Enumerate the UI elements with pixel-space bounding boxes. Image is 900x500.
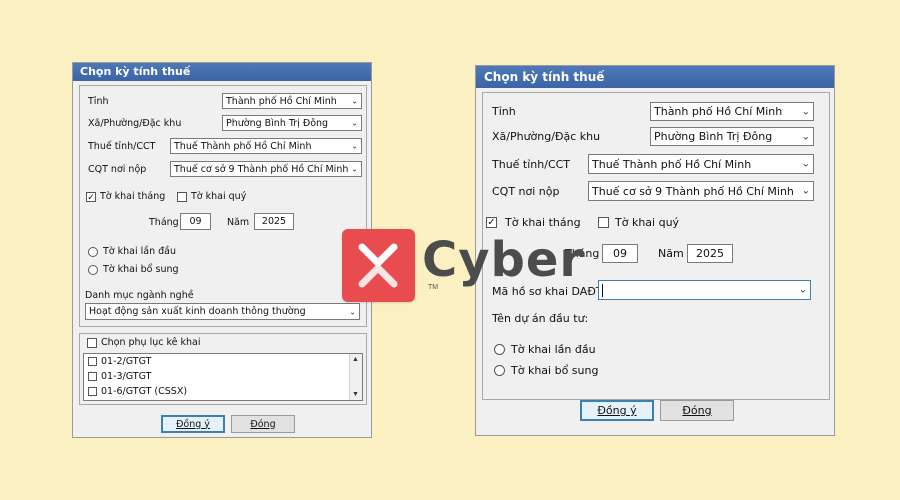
office-select[interactable]: Thuế cơ sở 9 Thành phố Hồ Chí Minh ⌄	[588, 181, 814, 201]
quarterly-checkbox[interactable]	[598, 217, 609, 228]
ward-select[interactable]: Phường Bình Trị Đông ⌄	[650, 127, 814, 146]
scrollbar[interactable]: ▲ ▼	[349, 354, 362, 400]
left-dialog-title-bar[interactable]: Chọn kỳ tính thuế	[73, 63, 371, 81]
list-item[interactable]: 01-2/GTGT	[88, 356, 151, 367]
left-dialog-title: Chọn kỳ tính thuế	[80, 65, 191, 78]
chevron-down-icon: ⌄	[351, 141, 358, 151]
month-input[interactable]: 09	[180, 213, 211, 230]
right-dialog-title: Chọn kỳ tính thuế	[484, 70, 605, 84]
first-declaration-radio[interactable]	[494, 344, 505, 355]
trademark-mark: TM	[428, 284, 439, 291]
chevron-down-icon: ⌄	[349, 307, 356, 316]
cyber-logo-text: Cyber	[422, 232, 585, 288]
left-dialog: Chọn kỳ tính thuế Tỉnh Thành phố Hồ Chí …	[72, 62, 372, 438]
tax-dept-label: Thuế tỉnh/CCT	[88, 141, 156, 152]
tax-dept-label: Thuế tỉnh/CCT	[492, 158, 571, 171]
first-declaration-label: Tờ khai lần đầu	[511, 343, 596, 356]
close-button[interactable]: Đóng	[231, 415, 295, 433]
scroll-down-icon[interactable]: ▼	[352, 391, 359, 398]
supplement-declaration-radio[interactable]	[88, 265, 98, 275]
chevron-down-icon: ⌄	[801, 131, 810, 142]
first-declaration-radio[interactable]	[88, 247, 98, 257]
year-label: Năm	[227, 217, 250, 228]
tax-dept-select[interactable]: Thuế Thành phố Hồ Chí Minh ⌄	[588, 154, 814, 174]
month-label: Tháng	[149, 217, 179, 228]
office-select[interactable]: Thuế cơ sở 9 Thành phố Hồ Chí Minh ⌄	[170, 161, 362, 177]
quarterly-label: Tờ khai quý	[615, 216, 680, 229]
monthly-label: Tờ khai tháng	[505, 216, 581, 229]
supplement-declaration-radio[interactable]	[494, 365, 505, 376]
close-button[interactable]: Đóng	[660, 400, 734, 421]
year-label: Năm	[658, 247, 684, 260]
list-item-checkbox[interactable]	[88, 357, 97, 366]
chevron-down-icon: ⌄	[801, 106, 810, 117]
first-declaration-label: Tờ khai lần đầu	[103, 246, 177, 257]
year-input[interactable]: 2025	[687, 244, 733, 263]
ward-label: Xã/Phường/Đặc khu	[492, 130, 601, 143]
quarterly-label: Tờ khai quý	[191, 191, 247, 202]
year-input[interactable]: 2025	[254, 213, 294, 230]
text-cursor	[602, 283, 603, 297]
list-item[interactable]: 01-6/GTGT (CSSX)	[88, 386, 187, 397]
ok-button[interactable]: Đồng ý	[161, 415, 225, 433]
chevron-down-icon: ⌄	[798, 284, 807, 296]
list-item[interactable]: 01-3/GTGT	[88, 371, 151, 382]
appendix-label: Chọn phụ lục kê khai	[101, 337, 201, 348]
chevron-down-icon: ⌄	[801, 158, 810, 170]
cyber-logo-icon	[342, 229, 415, 302]
x-mark-icon	[358, 243, 398, 288]
industry-select[interactable]: Hoạt động sản xuất kinh doanh thông thườ…	[85, 303, 360, 320]
appendix-checkbox[interactable]	[87, 338, 97, 348]
supplement-declaration-label: Tờ khai bổ sung	[103, 264, 179, 275]
monthly-label: Tờ khai tháng	[100, 191, 166, 202]
quarterly-checkbox[interactable]	[177, 192, 187, 202]
monthly-checkbox[interactable]: ✓	[86, 192, 96, 202]
ward-label: Xã/Phường/Đặc khu	[88, 118, 182, 129]
scroll-up-icon[interactable]: ▲	[352, 356, 359, 363]
chevron-down-icon: ⌄	[351, 164, 358, 174]
list-item-checkbox[interactable]	[88, 387, 97, 396]
right-dialog-title-bar[interactable]: Chọn kỳ tính thuế	[476, 66, 834, 88]
province-label: Tỉnh	[492, 105, 516, 118]
ok-button[interactable]: Đồng ý	[580, 400, 654, 421]
province-select[interactable]: Thành phố Hồ Chí Minh ⌄	[650, 102, 814, 121]
office-label: CQT nơi nộp	[492, 185, 560, 198]
province-select[interactable]: Thành phố Hồ Chí Minh ⌄	[222, 93, 362, 109]
chevron-down-icon: ⌄	[801, 185, 810, 197]
monthly-checkbox[interactable]: ✓	[486, 217, 497, 228]
list-item-checkbox[interactable]	[88, 372, 97, 381]
industry-label: Danh mục ngành nghề	[85, 290, 194, 301]
chevron-down-icon: ⌄	[351, 96, 358, 106]
province-label: Tỉnh	[88, 96, 109, 107]
tax-dept-select[interactable]: Thuế Thành phố Hồ Chí Minh ⌄	[170, 138, 362, 154]
project-name-label: Tên dự án đầu tư:	[492, 312, 589, 325]
chevron-down-icon: ⌄	[351, 118, 358, 128]
appendix-list[interactable]: 01-2/GTGT 01-3/GTGT 01-6/GTGT (CSSX) ▲ ▼	[83, 353, 363, 401]
project-code-select[interactable]: ⌄	[598, 280, 811, 300]
office-label: CQT nơi nộp	[88, 164, 147, 175]
month-input[interactable]: 09	[602, 244, 638, 263]
supplement-declaration-label: Tờ khai bổ sung	[511, 364, 599, 377]
ward-select[interactable]: Phường Bình Trị Đông ⌄	[222, 115, 362, 131]
